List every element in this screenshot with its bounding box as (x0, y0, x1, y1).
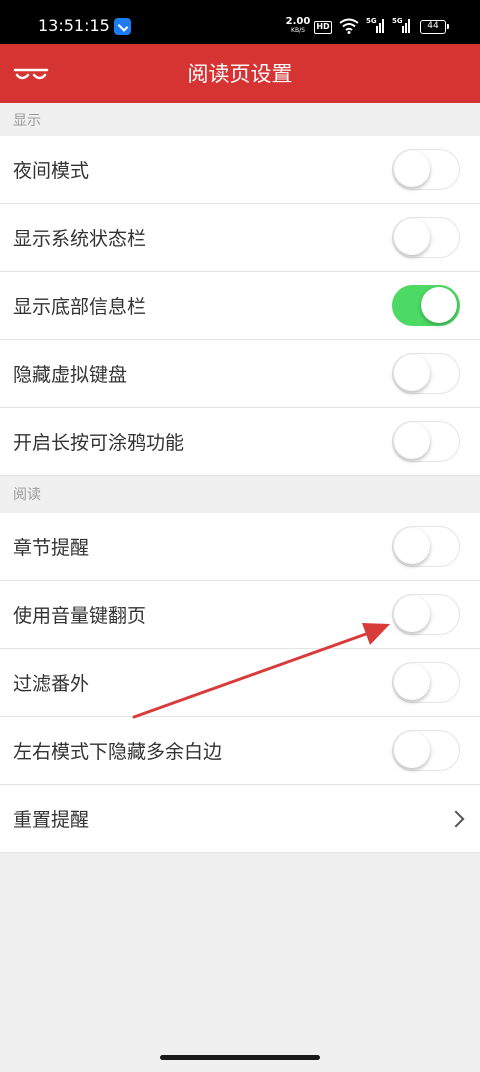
signal-network-label: 5G (392, 17, 403, 25)
setting-label: 章节提醒 (13, 537, 90, 559)
toggle-knob (421, 287, 457, 323)
section-header-display: 显示 (0, 103, 480, 136)
network-speed-value: 2.00 (285, 16, 311, 27)
network-speed: 2.00 KB/S (284, 17, 312, 35)
toggle-knob (394, 219, 430, 255)
setting-label: 隐藏虚拟键盘 (13, 364, 128, 386)
home-indicator[interactable] (160, 1055, 320, 1060)
section-title: 显示 (13, 113, 41, 129)
night-mode-toggle[interactable] (392, 149, 460, 190)
hide-keyboard-toggle[interactable] (392, 353, 460, 394)
toggle-knob (394, 423, 430, 459)
setting-label: 过滤番外 (13, 673, 90, 695)
network-speed-unit: KB/S (291, 27, 305, 34)
signal-strength-icon-1: 5G (366, 17, 386, 39)
bottom-info-toggle[interactable] (392, 285, 460, 326)
setting-row-filter-extras: 过滤番外 (0, 649, 480, 717)
section-header-reading: 阅读 (0, 477, 480, 510)
page-title: 阅读页设置 (187, 62, 293, 86)
chevron-right-icon (447, 810, 465, 828)
toggle-knob (394, 596, 430, 632)
setting-row-hide-keyboard: 隐藏虚拟键盘 (0, 340, 480, 408)
wifi-icon (339, 18, 359, 34)
status-time: 13:51:15 (38, 16, 110, 35)
hd-voice-icon: HD (314, 21, 332, 34)
setting-row-bottom-info: 显示底部信息栏 (0, 272, 480, 340)
toggle-knob (394, 664, 430, 700)
setting-label: 夜间模式 (13, 160, 90, 182)
chapter-reminder-toggle[interactable] (392, 526, 460, 567)
setting-label: 开启长按可涂鸦功能 (13, 432, 185, 454)
volume-page-turn-toggle[interactable] (392, 594, 460, 635)
long-press-doodle-toggle[interactable] (392, 421, 460, 462)
toggle-knob (394, 151, 430, 187)
setting-label: 显示系统状态栏 (13, 228, 147, 250)
setting-label: 左右模式下隐藏多余白边 (13, 741, 223, 763)
navigation-app-icon (114, 18, 131, 35)
filter-extras-toggle[interactable] (392, 662, 460, 703)
hide-margins-toggle[interactable] (392, 730, 460, 771)
section-title: 阅读 (13, 487, 41, 503)
setting-row-reset-reminder[interactable]: 重置提醒 (0, 785, 480, 853)
setting-label: 使用音量键翻页 (13, 605, 147, 627)
setting-row-night-mode: 夜间模式 (0, 136, 480, 204)
status-bar-toggle[interactable] (392, 217, 460, 258)
toggle-knob (394, 528, 430, 564)
status-bar: 13:51:15 2.00 KB/S HD 5G 5G 44 (0, 0, 480, 44)
toggle-knob (394, 732, 430, 768)
setting-label: 重置提醒 (13, 809, 90, 831)
setting-label: 显示底部信息栏 (13, 296, 147, 318)
signal-network-label: 5G (366, 17, 377, 25)
setting-row-hide-margins: 左右模式下隐藏多余白边 (0, 717, 480, 785)
setting-row-long-press-doodle: 开启长按可涂鸦功能 (0, 408, 480, 476)
battery-icon: 44 (420, 20, 449, 34)
setting-row-status-bar: 显示系统状态栏 (0, 204, 480, 272)
signal-strength-icon-2: 5G (392, 17, 412, 39)
setting-row-chapter-reminder: 章节提醒 (0, 513, 480, 581)
toggle-knob (394, 355, 430, 391)
setting-row-volume-page-turn: 使用音量键翻页 (0, 581, 480, 649)
app-header: 阅读页设置 (0, 44, 480, 103)
